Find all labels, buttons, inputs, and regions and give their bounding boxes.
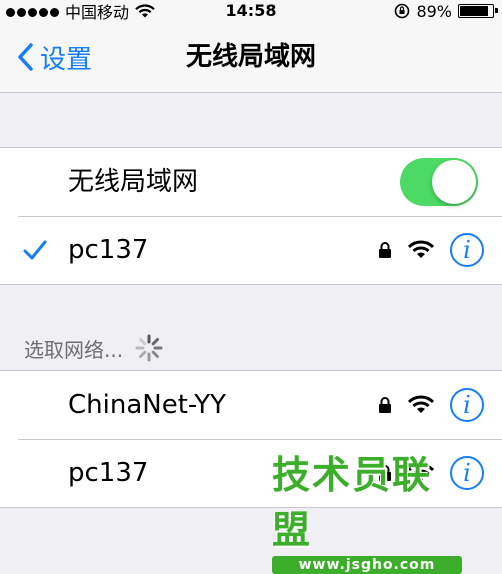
info-icon[interactable]: i <box>450 233 484 267</box>
watermark-url: www.jsgho.com <box>272 556 462 574</box>
connected-network-row[interactable]: pc137 i <box>0 216 502 284</box>
network-icons: i <box>378 371 484 439</box>
chevron-left-icon <box>18 43 33 71</box>
wifi-settings-group: 无线局域网 pc137 i <box>0 147 502 285</box>
status-right: 89% <box>394 0 498 22</box>
connected-network-name: pc137 <box>68 235 149 265</box>
lock-icon <box>379 242 391 258</box>
navigation-bar: 无线局域网 设置 <box>0 22 502 93</box>
lock-icon <box>379 397 391 413</box>
network-row-1[interactable]: ChinaNet-YY i <box>0 371 502 439</box>
battery-icon <box>458 4 498 18</box>
loading-spinner-icon <box>135 334 163 362</box>
watermark: 技术员联盟 www.jsgho.com <box>272 444 462 574</box>
network-name: ChinaNet-YY <box>68 390 226 420</box>
info-icon[interactable]: i <box>450 388 484 422</box>
wifi-toggle-switch[interactable] <box>400 158 478 206</box>
choose-network-label: 选取网络... <box>24 337 124 362</box>
back-button[interactable]: 设置 <box>12 22 92 92</box>
rotation-lock-icon <box>395 3 410 19</box>
battery-percent: 89% <box>416 1 452 21</box>
back-button-label: 设置 <box>40 44 93 75</box>
wifi-toggle-label: 无线局域网 <box>68 167 199 197</box>
checkmark-icon <box>23 240 47 260</box>
wifi-toggle-row: 无线局域网 <box>0 148 502 216</box>
network-name: pc137 <box>68 458 149 488</box>
toggle-knob <box>432 160 476 204</box>
connected-network-icons: i <box>378 216 484 284</box>
wifi-signal-icon <box>408 240 434 258</box>
wifi-signal-icon <box>408 395 434 413</box>
choose-network-header: 选取网络... <box>24 330 165 366</box>
status-bar: 中国移动 14:58 89% <box>0 0 502 22</box>
watermark-title: 技术员联盟 <box>272 453 433 552</box>
